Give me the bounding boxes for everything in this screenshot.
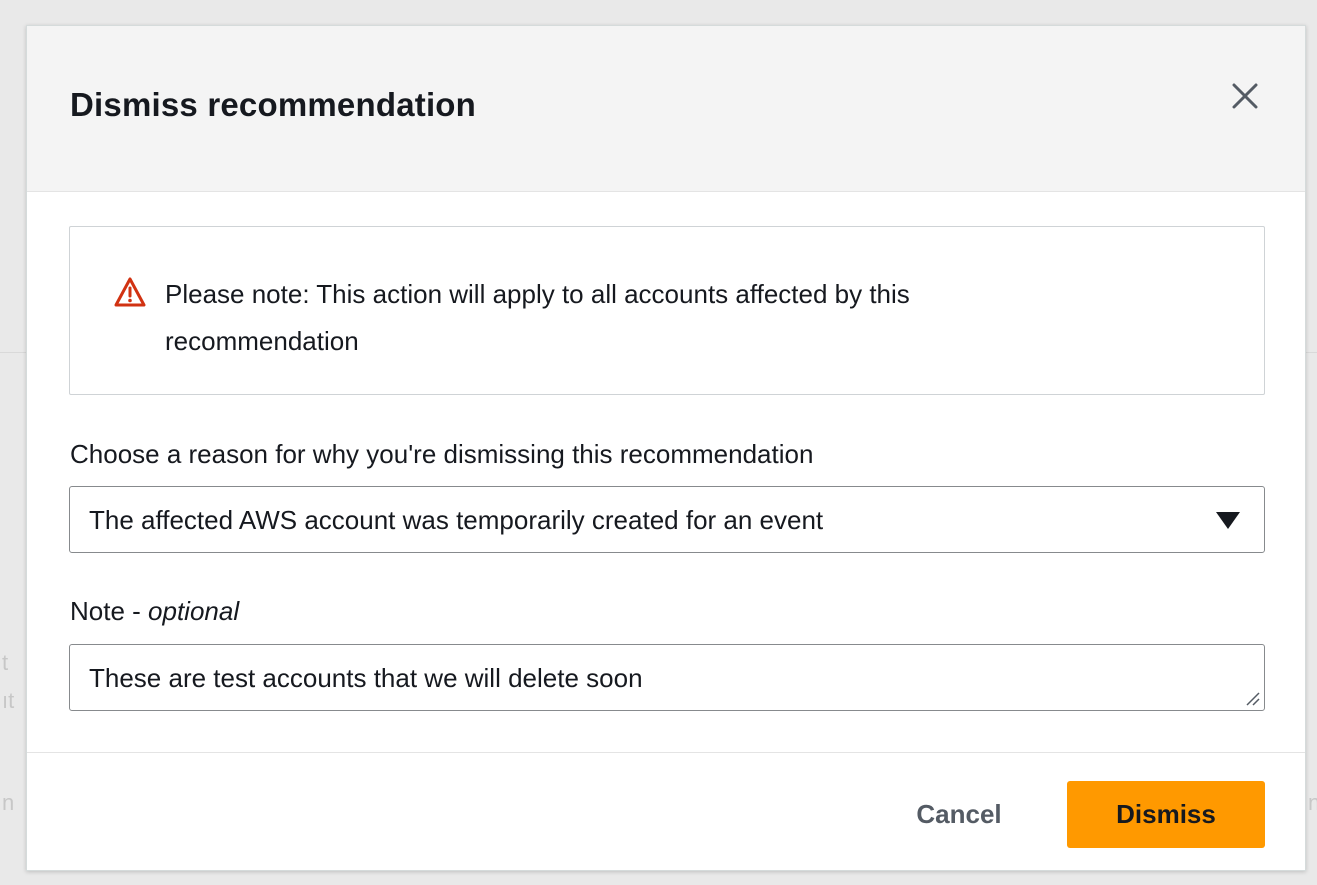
dismiss-recommendation-modal: Dismiss recommendation Please note: This…	[26, 25, 1306, 871]
background-divider	[0, 352, 26, 353]
close-icon	[1232, 83, 1258, 109]
reason-label: Choose a reason for why you're dismissin…	[70, 439, 814, 469]
background-ghost-text: ıt	[2, 688, 15, 713]
note-label-optional: optional	[148, 596, 240, 626]
reason-selected-value: The affected AWS account was temporarily…	[89, 505, 824, 535]
cancel-button[interactable]: Cancel	[889, 781, 1029, 848]
warning-alert: Please note: This action will apply to a…	[69, 226, 1265, 395]
note-label: Note - optional	[70, 596, 239, 627]
caret-down-icon	[1216, 512, 1240, 529]
background-ghost-text: t	[2, 650, 9, 675]
modal-header: Dismiss recommendation	[27, 26, 1305, 192]
reason-select[interactable]: The affected AWS account was temporarily…	[69, 486, 1265, 553]
alert-message: Please note: This action will apply to a…	[165, 279, 910, 356]
background-divider	[1306, 352, 1317, 353]
dismiss-button[interactable]: Dismiss	[1067, 781, 1265, 848]
note-textarea[interactable]: These are test accounts that we will del…	[69, 644, 1265, 711]
background-ghost-text: n	[2, 790, 15, 815]
note-label-text: Note -	[70, 596, 149, 626]
warning-icon	[114, 277, 146, 307]
note-value: These are test accounts that we will del…	[89, 663, 643, 693]
resize-handle-icon[interactable]	[1243, 689, 1261, 707]
background-ghost-text: n	[1308, 790, 1317, 815]
modal-footer: Cancel Dismiss	[27, 752, 1305, 872]
modal-title: Dismiss recommendation	[70, 86, 477, 123]
close-button[interactable]	[1223, 74, 1267, 118]
